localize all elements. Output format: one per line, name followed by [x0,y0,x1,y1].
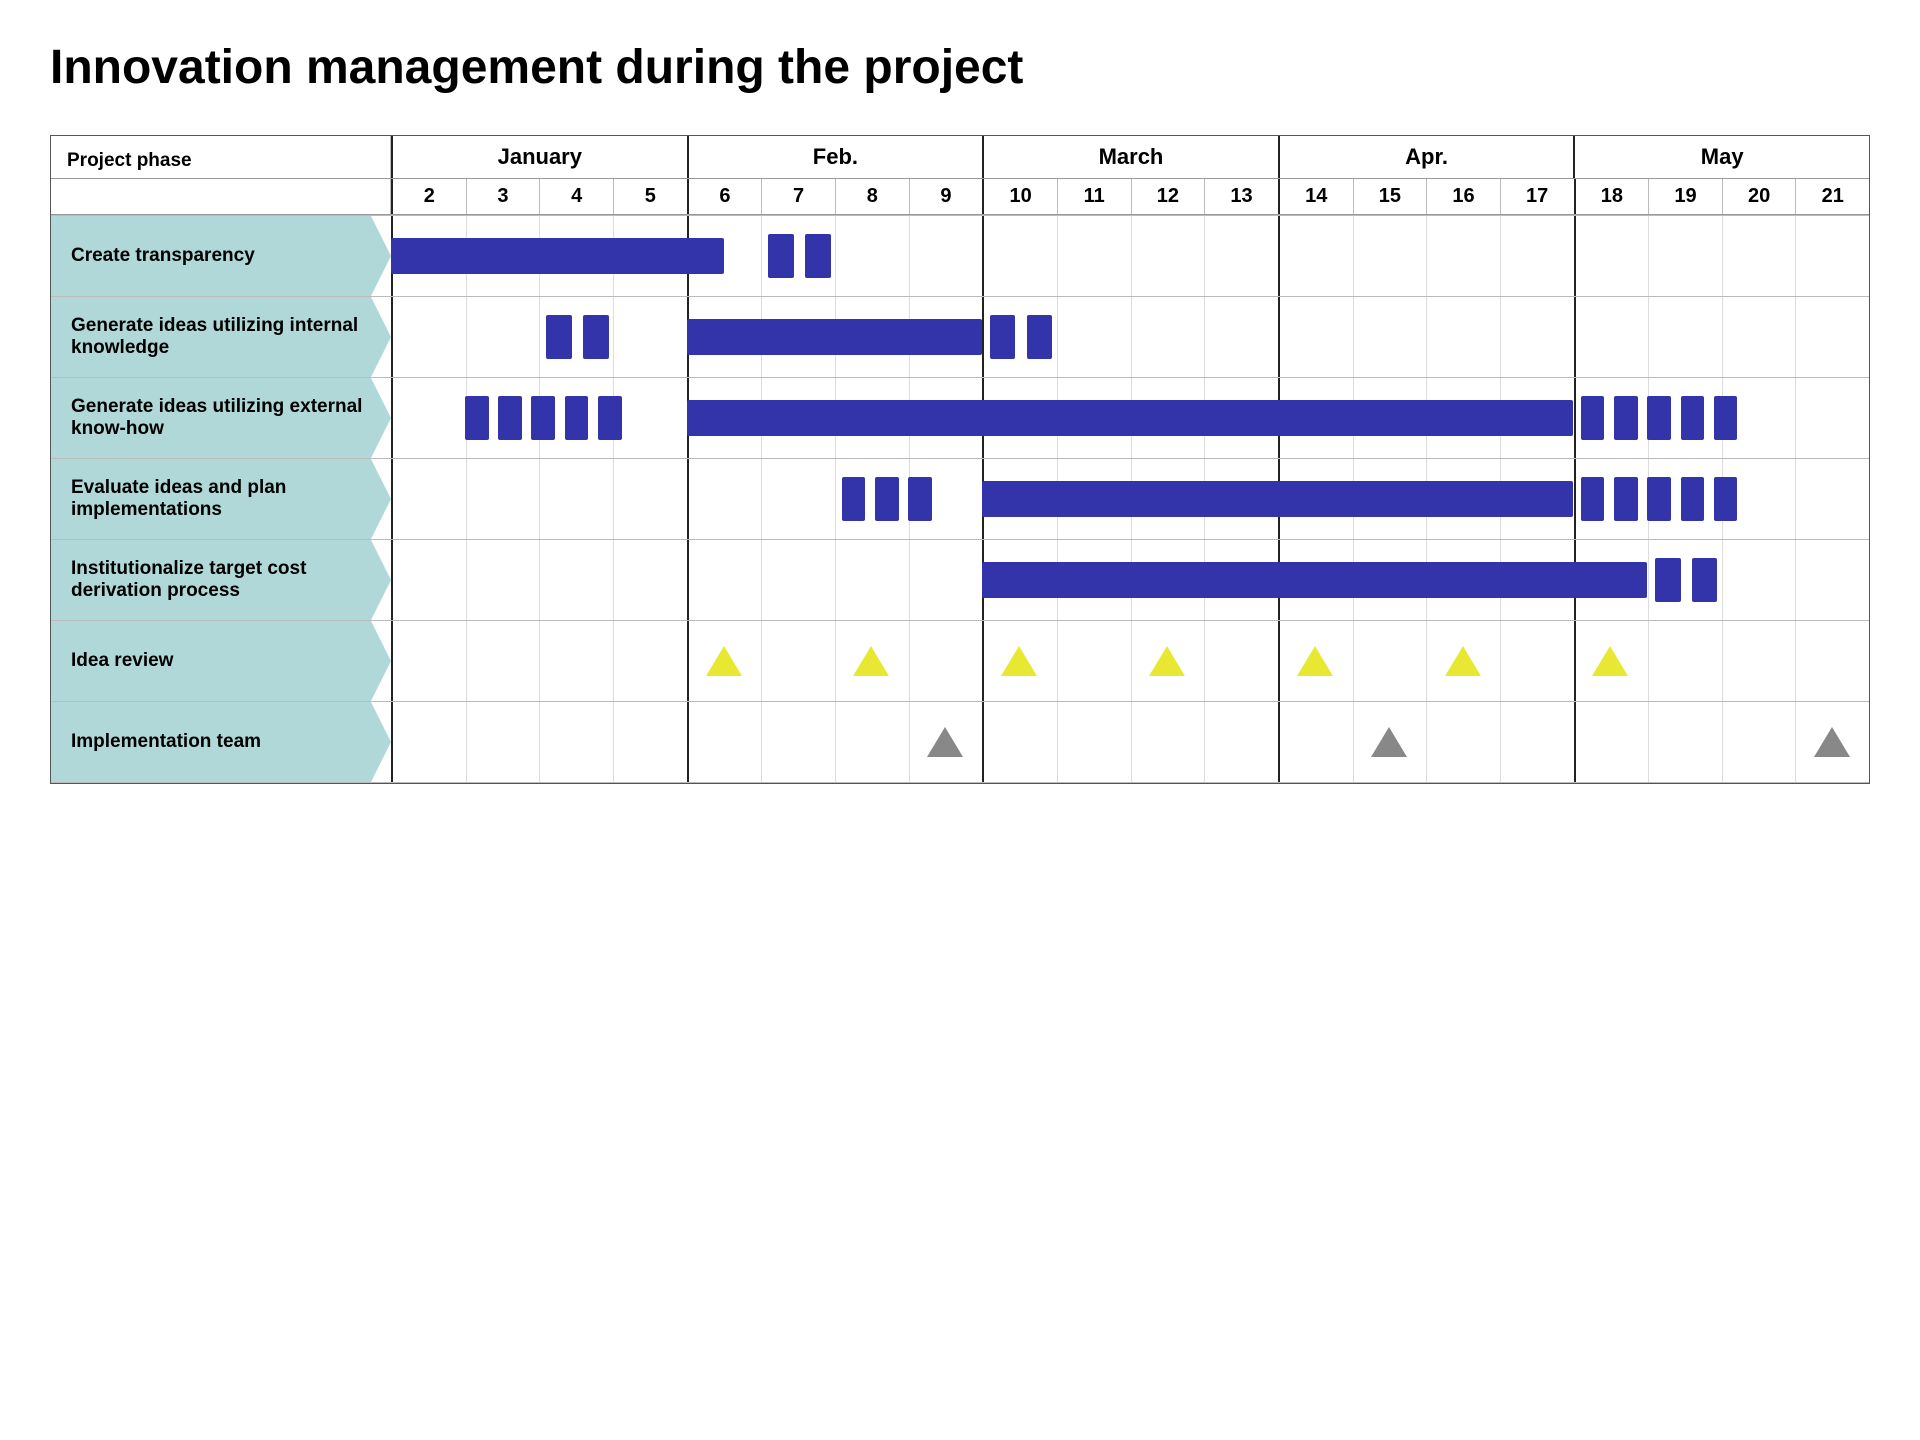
mini-ext-4 [565,396,589,440]
bar-create-transparency-mini1 [768,234,794,278]
mini-ext-3 [531,396,555,440]
mini-gen-int-4 [1027,315,1053,359]
mini-gen-int-1 [546,315,572,359]
mini-ext-10 [1714,396,1738,440]
page-title: Innovation management during the project [50,40,1870,95]
week-21: 21 [1795,179,1869,214]
week-18: 18 [1574,179,1649,214]
bar-inst-main [982,562,1647,598]
triangle-yellow-w10 [1001,646,1037,676]
week-17: 17 [1500,179,1574,214]
bar-create-transparency-mini2 [805,234,831,278]
week-2: 2 [391,179,466,214]
grid-lines-6 [391,621,1869,701]
mini-ext-1 [465,396,489,440]
label-evaluate: Evaluate ideas and plan implementations [51,459,391,539]
week-12: 12 [1131,179,1205,214]
gantt-gen-external [391,378,1869,458]
mini-eval-4 [1581,477,1605,521]
mini-ext-6 [1581,396,1605,440]
week-13: 13 [1204,179,1278,214]
label-gen-external: Generate ideas utilizing external know-h… [51,378,391,458]
label-create-transparency: Create transparency [51,216,391,296]
month-apr: Apr. [1278,136,1574,178]
triangle-yellow-w8 [853,646,889,676]
month-may: May [1573,136,1869,178]
mini-inst-2 [1692,558,1718,602]
week-19: 19 [1648,179,1722,214]
mini-eval-2 [875,477,899,521]
triangle-gray-w15 [1371,727,1407,757]
label-implementation: Implementation team [51,702,391,782]
week-11: 11 [1057,179,1131,214]
label-institutionalize: Institutionalize target cost derivation … [51,540,391,620]
mini-eval-7 [1681,477,1705,521]
gantt-chart: Project phase January Feb. March Apr. Ma… [50,135,1870,784]
triangle-yellow-w18 [1592,646,1628,676]
week-16: 16 [1426,179,1500,214]
mini-eval-3 [908,477,932,521]
mini-ext-9 [1681,396,1705,440]
gantt-create-transparency [391,216,1869,296]
gantt-institutionalize [391,540,1869,620]
week-15: 15 [1353,179,1427,214]
mini-ext-7 [1614,396,1638,440]
row-gen-external: Generate ideas utilizing external know-h… [51,377,1869,458]
row-idea-review: Idea review [51,620,1869,701]
week-14: 14 [1278,179,1353,214]
triangle-yellow-w12 [1149,646,1185,676]
grid-lines-2 [391,297,1869,377]
bar-ext-main [687,400,1574,436]
mini-eval-8 [1714,477,1738,521]
week-3: 3 [466,179,540,214]
week-4: 4 [539,179,613,214]
mini-inst-1 [1655,558,1681,602]
mini-eval-1 [842,477,866,521]
months-header: Project phase January Feb. March Apr. Ma… [51,136,1869,179]
week-7: 7 [761,179,835,214]
row-institutionalize: Institutionalize target cost derivation … [51,539,1869,620]
row-create-transparency: Create transparency [51,215,1869,296]
week-9: 9 [909,179,983,214]
week-5: 5 [613,179,687,214]
bar-create-transparency-main [391,238,724,274]
month-feb: Feb. [687,136,983,178]
mini-ext-2 [498,396,522,440]
month-march: March [982,136,1278,178]
project-phase-header: Project phase [51,136,391,178]
row-implementation: Implementation team [51,701,1869,783]
gantt-gen-internal [391,297,1869,377]
row-evaluate: Evaluate ideas and plan implementations [51,458,1869,539]
week-20: 20 [1722,179,1796,214]
triangle-yellow-w6 [706,646,742,676]
label-gen-internal: Generate ideas utilizing internal knowle… [51,297,391,377]
week-6: 6 [687,179,762,214]
weeks-header: 2 3 4 5 6 7 8 9 10 11 12 13 14 15 16 17 … [51,179,1869,215]
label-idea-review: Idea review [51,621,391,701]
month-january: January [391,136,687,178]
gantt-evaluate [391,459,1869,539]
mini-ext-5 [598,396,622,440]
mini-gen-int-3 [990,315,1016,359]
bar-eval-main [982,481,1573,517]
mini-eval-5 [1614,477,1638,521]
triangle-yellow-w16 [1445,646,1481,676]
bar-gen-int-main [687,319,983,355]
triangle-gray-w9 [927,727,963,757]
week-10: 10 [982,179,1057,214]
week-8: 8 [835,179,909,214]
mini-gen-int-2 [583,315,609,359]
grid-lines-7 [391,702,1869,782]
mini-ext-8 [1647,396,1671,440]
row-gen-internal: Generate ideas utilizing internal knowle… [51,296,1869,377]
triangle-yellow-w14 [1297,646,1333,676]
gantt-idea-review [391,621,1869,701]
mini-eval-6 [1647,477,1671,521]
triangle-gray-w21 [1814,727,1850,757]
gantt-implementation [391,702,1869,782]
